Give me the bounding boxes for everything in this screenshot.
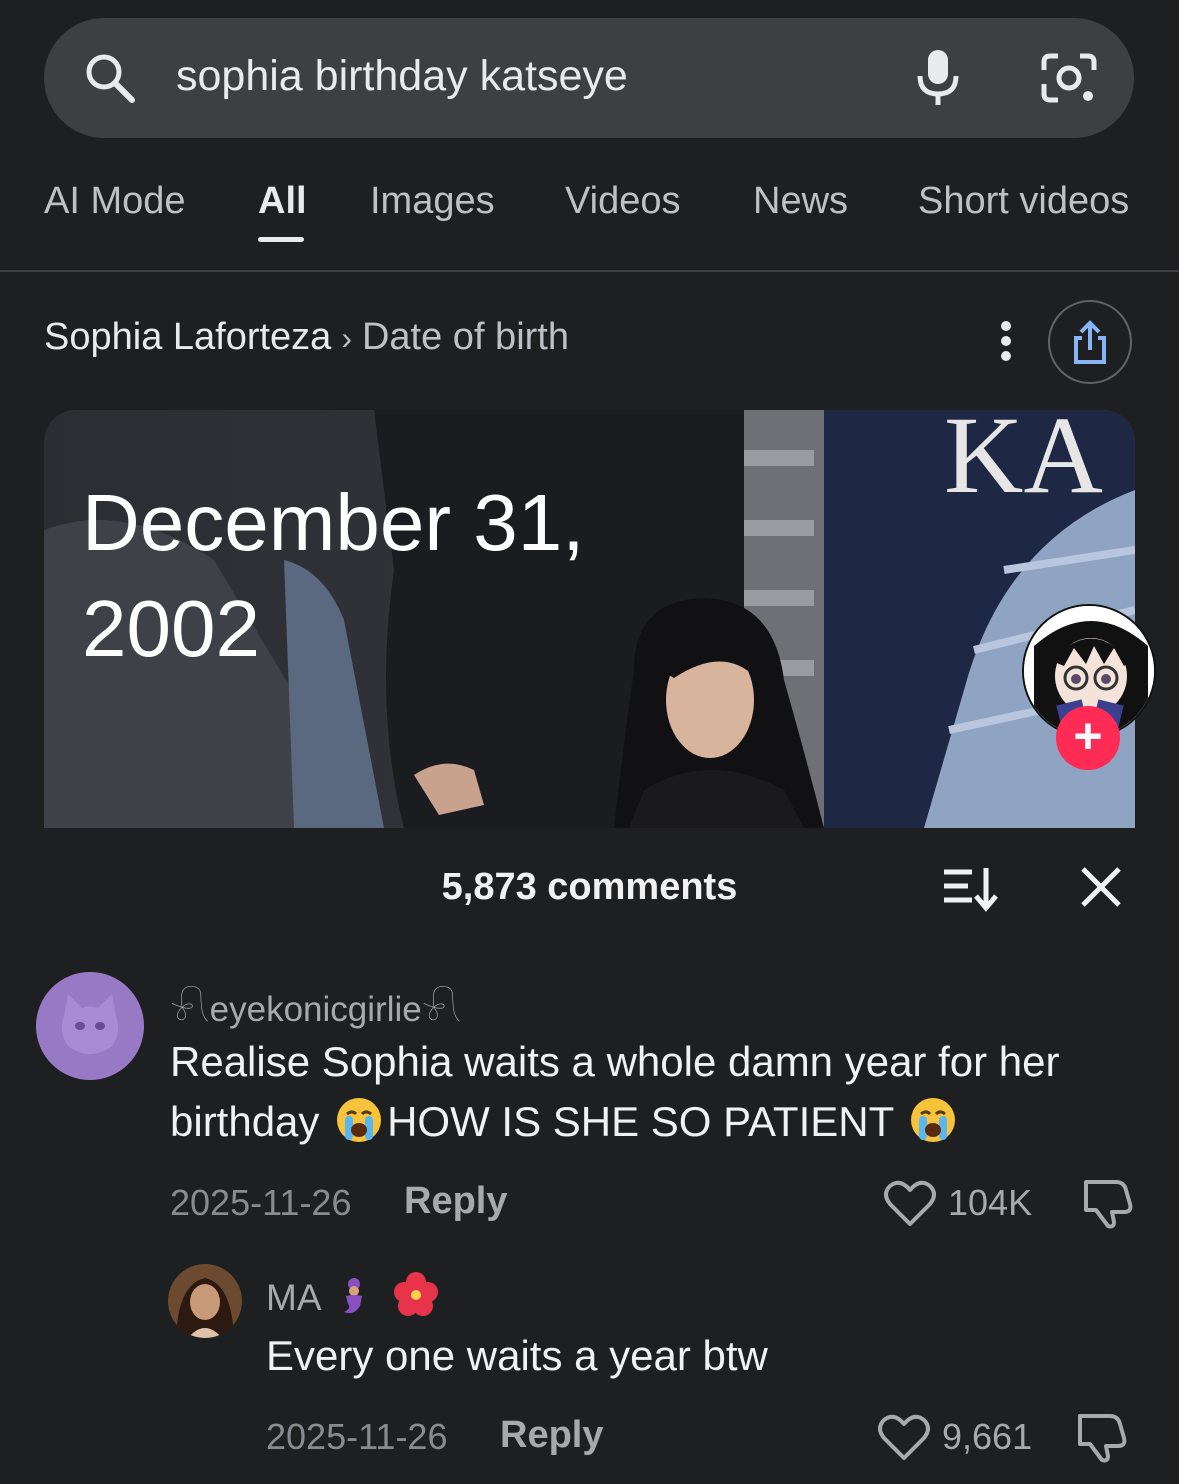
tab-images[interactable]: Images — [370, 180, 495, 223]
comment-date: 2025-11-26 — [266, 1416, 448, 1457]
lens-icon[interactable] — [1040, 50, 1098, 106]
heart-icon[interactable] — [876, 1412, 932, 1462]
cat-avatar-image — [36, 972, 144, 1080]
breadcrumb-separator: › — [341, 320, 352, 356]
crying-face-emoji — [911, 1098, 956, 1142]
comment-text: Realise Sophia waits a whole damn year f… — [170, 1032, 1130, 1152]
tab-ai-mode[interactable]: AI Mode — [44, 180, 186, 223]
reply-button[interactable]: Reply — [500, 1414, 603, 1457]
date-of-birth-answer: December 31, 2002 — [82, 478, 585, 673]
banner-logo: KA — [944, 410, 1103, 516]
tab-short-videos[interactable]: Short videos — [918, 180, 1129, 223]
tab-news[interactable]: News — [753, 180, 848, 223]
comment-username[interactable]: MA — [266, 1270, 444, 1319]
like-count: 104K — [948, 1182, 1033, 1223]
tab-all[interactable]: All — [258, 180, 307, 223]
like-count: 9,661 — [942, 1416, 1033, 1457]
divider — [0, 270, 1179, 272]
hibiscus-emoji — [394, 1272, 439, 1316]
tab-videos[interactable]: Videos — [565, 180, 681, 223]
share-icon — [1074, 320, 1106, 364]
share-button[interactable] — [1048, 300, 1132, 384]
dislike-icon[interactable] — [1074, 1410, 1128, 1464]
genie-emoji — [343, 1278, 362, 1314]
comment-text-part: HOW IS SHE SO PATIENT — [387, 1098, 906, 1145]
close-icon[interactable] — [1080, 866, 1122, 908]
comment-date: 2025-11-26 — [170, 1182, 352, 1223]
search-tabs: AI Mode All Images Videos News Short vid… — [0, 180, 1179, 240]
follow-plus-button[interactable]: + — [1056, 706, 1120, 770]
reply-button[interactable]: Reply — [404, 1180, 507, 1223]
comment-username[interactable]: 𓍯eyekonicgirlie𓍯 — [170, 976, 461, 1033]
crying-face-emoji — [337, 1098, 382, 1142]
entity-name[interactable]: Sophia Laforteza — [44, 316, 331, 358]
comments-count: 5,873 comments — [441, 866, 738, 908]
dislike-icon[interactable] — [1080, 1176, 1134, 1230]
search-input[interactable]: sophia birthday katseye — [176, 52, 628, 101]
comment-text: Every one waits a year btw — [266, 1332, 768, 1379]
attribute-name: Date of birth — [361, 316, 569, 358]
user-avatar-image — [168, 1264, 242, 1338]
avatar[interactable] — [168, 1264, 242, 1338]
active-tab-indicator — [258, 237, 304, 242]
breadcrumb: Sophia Laforteza › Date of birth — [44, 316, 569, 359]
search-icon[interactable] — [82, 50, 138, 106]
username-text: MA — [266, 1277, 320, 1318]
more-options-icon[interactable] — [990, 318, 1022, 364]
sort-icon[interactable] — [942, 864, 998, 912]
mic-icon[interactable] — [914, 48, 962, 108]
heart-icon[interactable] — [882, 1178, 938, 1228]
avatar[interactable] — [36, 972, 144, 1080]
